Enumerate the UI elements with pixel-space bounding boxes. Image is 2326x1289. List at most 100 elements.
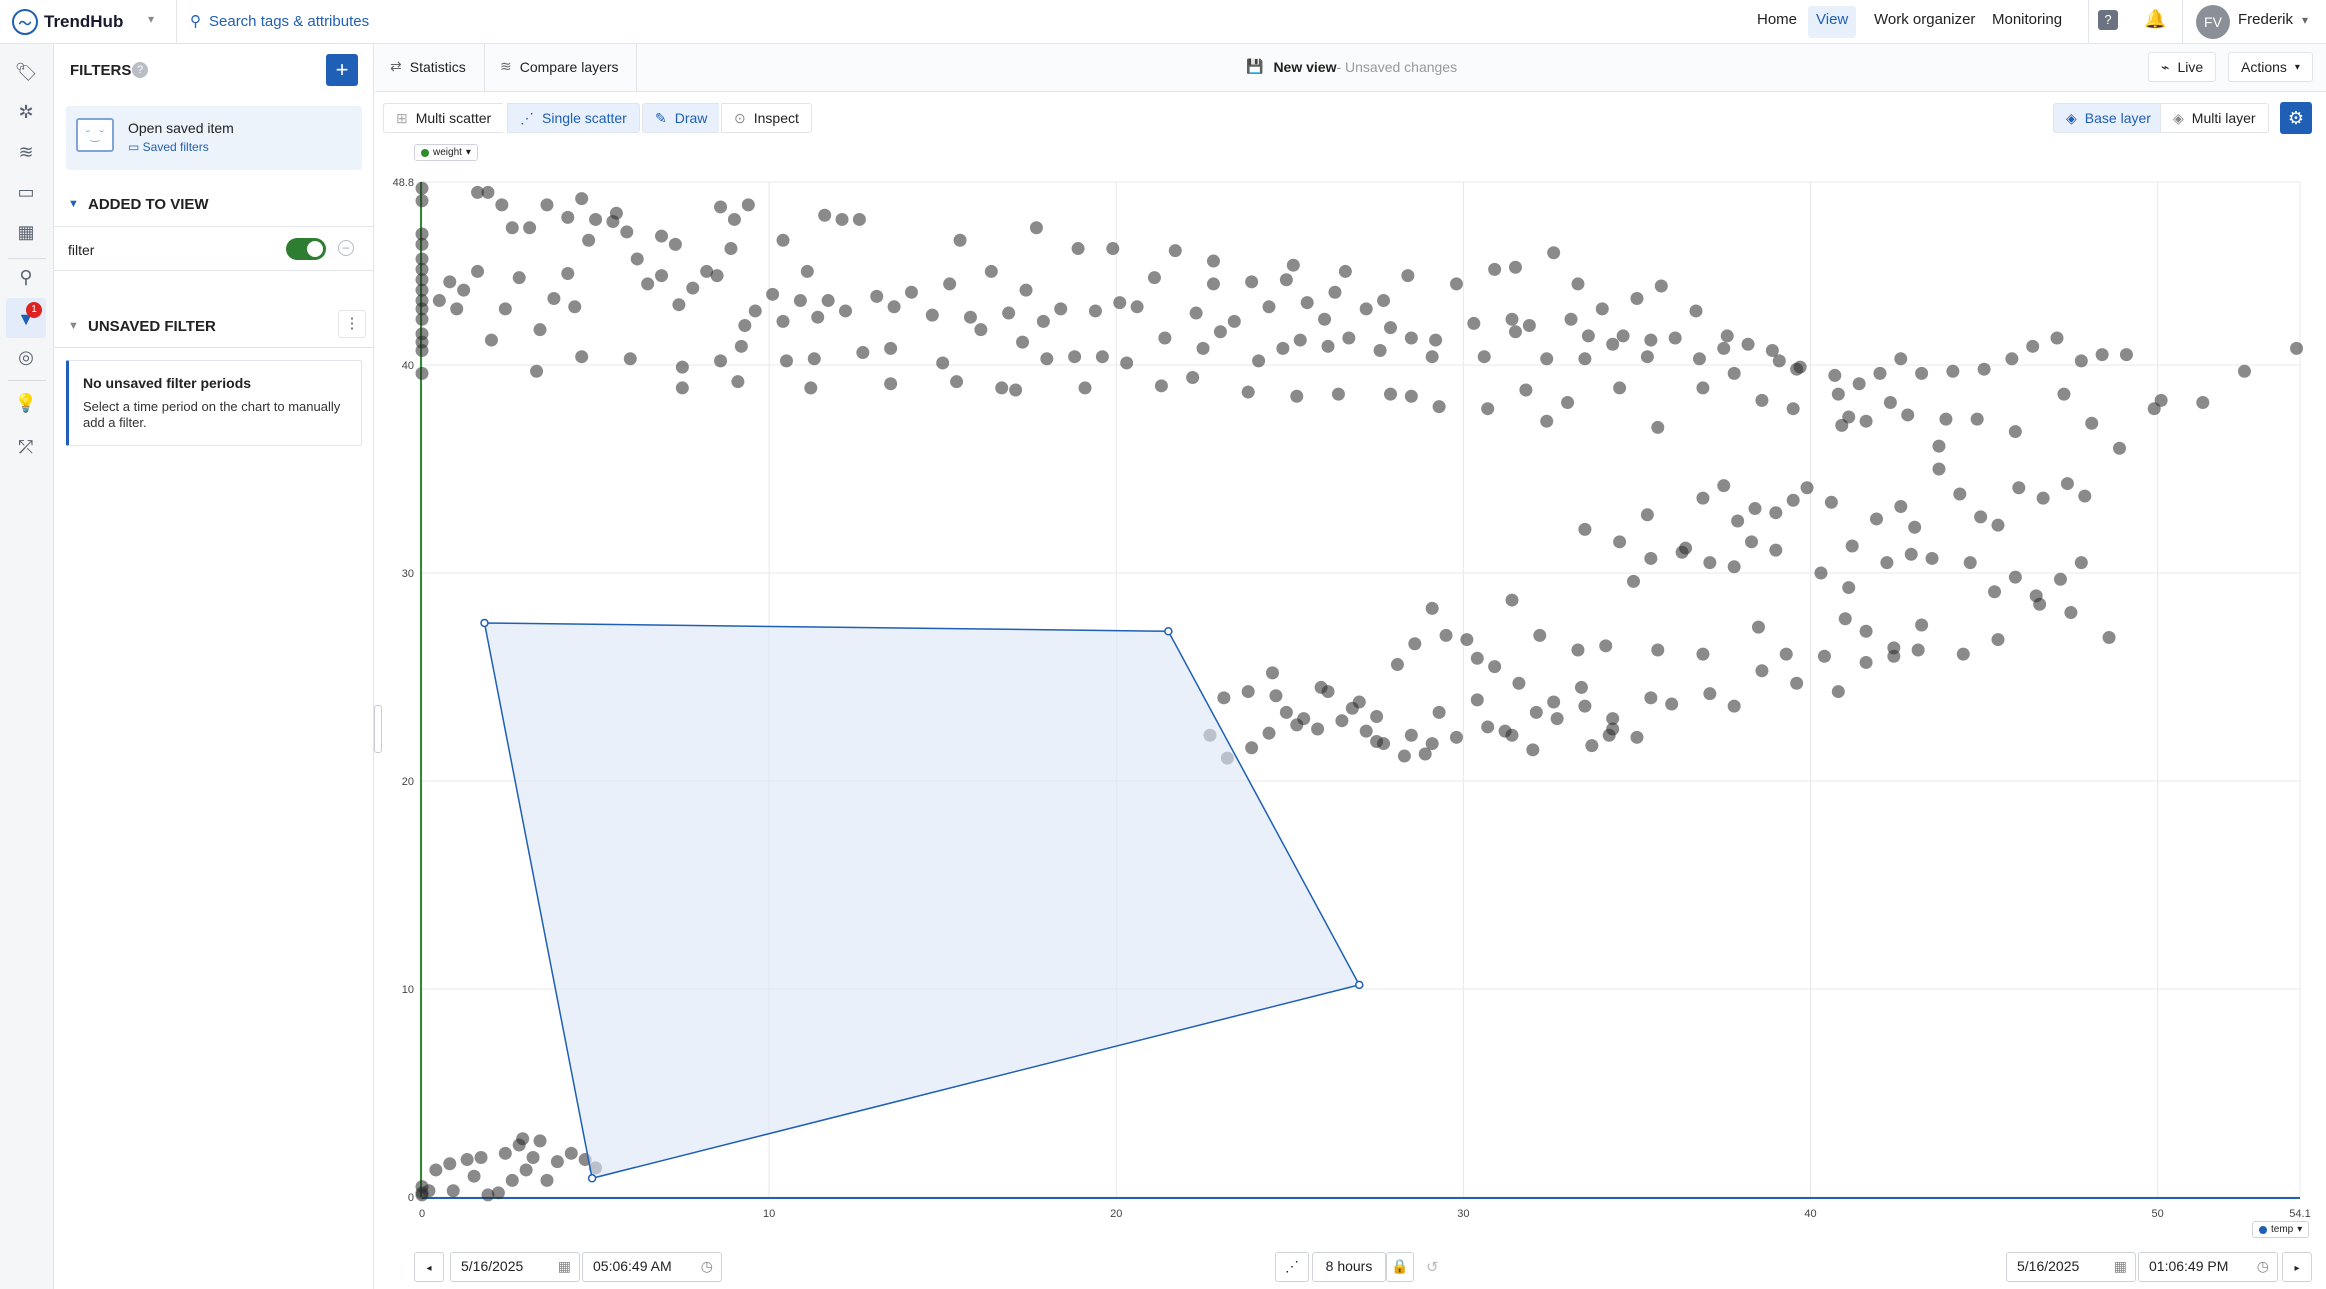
view-title[interactable]: 💾 New view - Unsaved changes	[1246, 58, 1457, 75]
comment-icon[interactable]: ▭	[13, 179, 39, 205]
data-point	[710, 269, 724, 283]
live-button[interactable]: ⌁ Live	[2148, 52, 2217, 82]
polygon-vertex-handle[interactable]	[1355, 980, 1364, 990]
calendar-icon[interactable]: ▦	[2114, 1258, 2127, 1275]
statistics-button[interactable]: ⇄ Statistics	[390, 58, 466, 75]
added-to-view-header[interactable]: ADDED TO VIEW	[88, 196, 209, 213]
end-time-input[interactable]: 01:06:49 PM ◷	[2138, 1252, 2278, 1282]
filter-toggle[interactable]	[286, 238, 326, 260]
data-point	[1154, 379, 1168, 393]
data-point	[766, 287, 780, 301]
prev-range-button[interactable]: ◂	[414, 1252, 444, 1282]
data-point	[1016, 335, 1030, 349]
x-series-label: temp	[2271, 1224, 2294, 1235]
calendar-icon[interactable]: ▦	[558, 1258, 571, 1275]
x-tick-label: 0	[419, 1208, 425, 1220]
single-scatter-button[interactable]: ⋰ Single scatter	[507, 103, 640, 133]
actions-button[interactable]: Actions ▾	[2228, 52, 2313, 82]
unsaved-filter-header[interactable]: UNSAVED FILTER	[88, 318, 216, 335]
dashboard-icon[interactable]: ▦	[13, 219, 39, 245]
open-saved-item-card[interactable]: ˘‿˘ Open saved item ▭ Saved filters	[66, 106, 362, 170]
lock-range-icon[interactable]: 🔒	[1386, 1252, 1414, 1282]
nav-monitoring[interactable]: Monitoring	[1992, 11, 2062, 28]
y-tick-label: 20	[402, 776, 414, 788]
chevron-down-icon: ▾	[465, 147, 471, 158]
connections-icon[interactable]: ✲	[13, 99, 39, 125]
data-point	[1692, 352, 1706, 366]
collapse-triangle-icon[interactable]: ▼	[68, 198, 79, 210]
avatar[interactable]: FV	[2196, 5, 2230, 39]
data-point	[530, 364, 544, 378]
multi-scatter-button[interactable]: ⊞ Multi scatter	[383, 103, 504, 133]
data-point	[2008, 570, 2022, 584]
scatter-chart[interactable]: 0 10 20 30 40 50 54.1 0 10 20 30 40 48.8	[375, 170, 2326, 1220]
single-scatter-label: Single scatter	[542, 110, 627, 126]
data-point	[422, 1184, 436, 1198]
history-icon[interactable]: ↺	[1426, 1258, 1439, 1276]
help-circle-icon[interactable]: ?	[132, 62, 148, 78]
search-rail-icon[interactable]: ⚲	[13, 264, 39, 290]
data-point	[1571, 277, 1585, 291]
tag-icon[interactable]: 🏷	[13, 59, 39, 85]
notifications-bell-icon[interactable]: 🔔	[2144, 9, 2166, 30]
data-point	[668, 237, 682, 251]
base-layer-button[interactable]: ◈ Base layer	[2053, 103, 2163, 133]
data-point	[474, 1150, 488, 1164]
nav-home[interactable]: Home	[1757, 11, 1797, 28]
search-input[interactable]: ⚲ Search tags & attributes	[190, 12, 370, 31]
polygon-selection[interactable]	[483, 622, 1361, 1180]
draw-button[interactable]: ✎ Draw	[642, 103, 720, 133]
app-switcher-chevron-icon[interactable]: ▾	[148, 12, 154, 26]
start-time-input[interactable]: 05:06:49 AM ◷	[582, 1252, 722, 1282]
nav-view[interactable]: View	[1808, 6, 1857, 38]
polygon-vertex-handle[interactable]	[587, 1174, 597, 1183]
start-date-input[interactable]: 5/16/2025 ▦	[450, 1252, 580, 1282]
saved-filters-link[interactable]: ▭ Saved filters	[128, 140, 209, 154]
polygon-vertex-handle[interactable]	[480, 618, 489, 628]
user-name[interactable]: Frederik	[2238, 11, 2293, 28]
data-point	[1769, 543, 1783, 557]
collapse-triangle-icon[interactable]: ▼	[68, 320, 79, 332]
x-series-selector[interactable]: temp ▾	[2252, 1221, 2310, 1238]
data-point	[1817, 649, 1831, 663]
data-point	[1578, 352, 1592, 366]
search-placeholder: Search tags & attributes	[209, 12, 370, 30]
data-point	[1002, 306, 1016, 320]
divider	[54, 226, 374, 227]
data-point	[807, 352, 821, 366]
polygon-vertex-handle[interactable]	[1164, 627, 1173, 636]
data-point	[1300, 296, 1314, 310]
chart-settings-gear-icon[interactable]: ⚙	[2280, 102, 2312, 134]
end-date-input[interactable]: 5/16/2025 ▦	[2006, 1252, 2136, 1282]
graph-nodes-icon[interactable]: ⤱	[13, 434, 39, 460]
compare-layers-button[interactable]: ≋ Compare layers	[500, 58, 619, 75]
clock-icon[interactable]: ◷	[2257, 1258, 2269, 1275]
kebab-menu-icon[interactable]: ⋮	[338, 310, 366, 338]
pencil-icon: ✎	[655, 109, 667, 126]
clock-icon[interactable]: ◷	[701, 1258, 713, 1275]
base-layer-label: Base layer	[2084, 110, 2151, 126]
data-point	[1505, 312, 1519, 326]
user-menu-chevron-icon[interactable]: ▾	[2302, 13, 2308, 27]
data-point	[2085, 416, 2099, 430]
data-point	[1481, 402, 1495, 416]
data-point	[1245, 741, 1259, 755]
data-point	[1824, 495, 1838, 509]
remove-filter-icon[interactable]: –	[338, 240, 354, 256]
add-filter-button[interactable]: +	[326, 54, 358, 86]
lightbulb-icon[interactable]: 💡	[13, 390, 39, 416]
fingerprint-icon[interactable]: ◎	[13, 344, 39, 370]
data-point	[804, 381, 818, 395]
layers-icon[interactable]: ≋	[13, 139, 39, 165]
next-range-button[interactable]: ▸	[2282, 1252, 2312, 1282]
y-series-selector[interactable]: weight ▾	[414, 144, 478, 161]
nav-work-organizer[interactable]: Work organizer	[1874, 11, 1975, 28]
duration-input[interactable]: 8 hours	[1312, 1252, 1386, 1282]
chart-mode-button[interactable]: ⋰	[1275, 1252, 1309, 1282]
app-logo[interactable]: 〜 TrendHub	[12, 9, 123, 35]
multi-layer-button[interactable]: ◈ Multi layer	[2160, 103, 2269, 133]
inspect-button[interactable]: ⊙ Inspect	[721, 103, 812, 133]
data-point	[481, 1188, 495, 1202]
data-point	[1373, 343, 1387, 357]
help-icon[interactable]: ?	[2098, 10, 2118, 30]
